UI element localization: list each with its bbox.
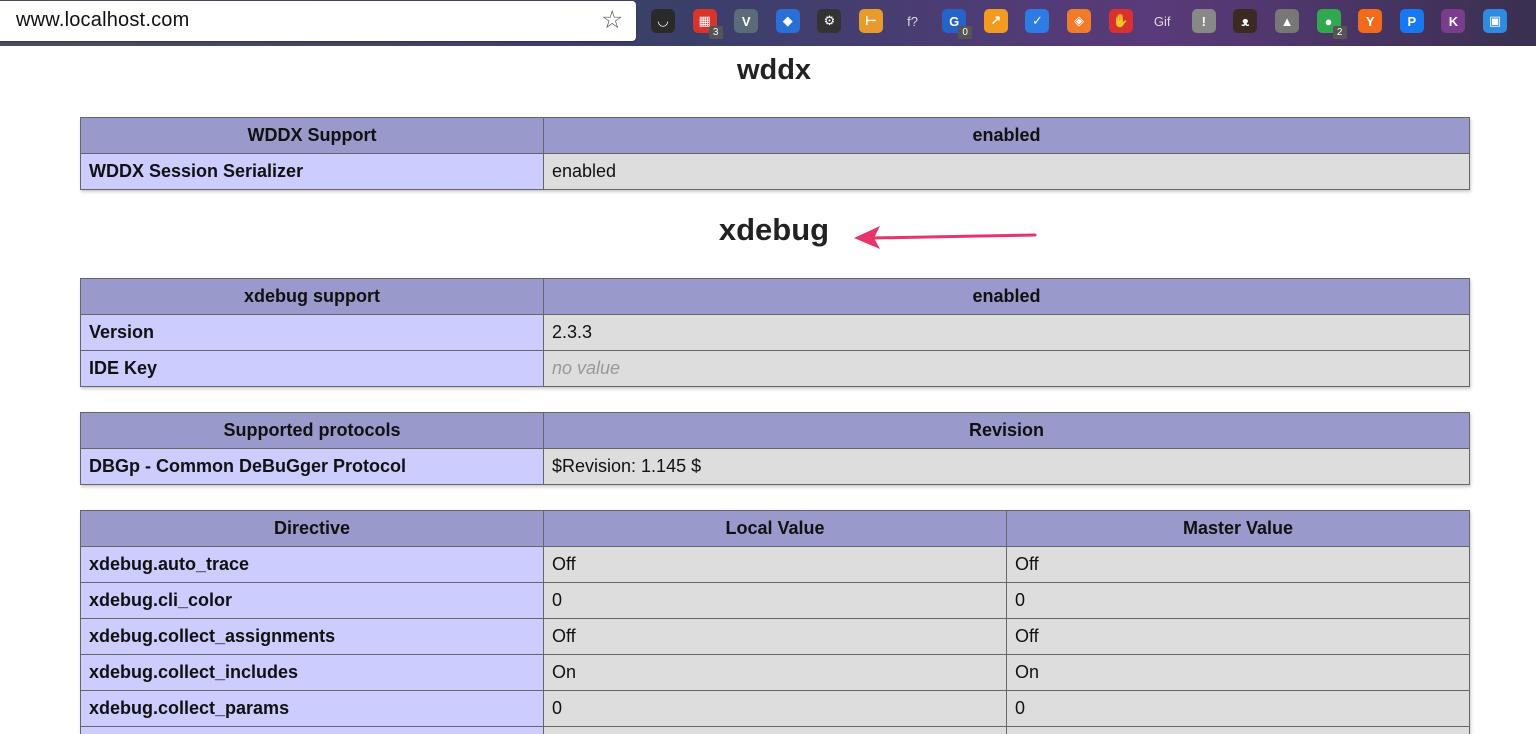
table-cell-value: $Revision: 1.145 $ bbox=[543, 448, 1470, 485]
extension-badge: 0 bbox=[958, 26, 973, 39]
table-cell-master-value: 0 bbox=[1006, 582, 1470, 619]
pin-icon[interactable]: ⊢ bbox=[859, 9, 883, 33]
table-row: Version 2.3.3 bbox=[80, 314, 1470, 351]
table-header: Local Value bbox=[543, 510, 1007, 547]
calendar-icon[interactable]: ▦ 3 bbox=[692, 9, 723, 39]
table-cell-local-value: Off bbox=[543, 546, 1007, 583]
annotation-arrow-icon bbox=[854, 226, 1037, 249]
table-row: xdebug.cli_color 0 0 bbox=[80, 582, 1470, 619]
table-cell-master-value: Off bbox=[1006, 546, 1470, 583]
extension-badge: 2 bbox=[1332, 26, 1347, 39]
table-cell-name: IDE Key bbox=[80, 350, 544, 387]
table-row bbox=[80, 726, 1470, 734]
chart-icon[interactable]: ↗ bbox=[983, 9, 1008, 33]
vectr-icon[interactable]: V bbox=[734, 9, 759, 33]
table-row: xdebug.auto_trace Off Off bbox=[80, 546, 1470, 583]
table-header-row: Directive Local Value Master Value bbox=[80, 510, 1470, 547]
table-cell-master-value: 0 bbox=[1006, 690, 1470, 727]
table-row: IDE Key no value bbox=[80, 350, 1470, 387]
diamond-icon[interactable]: ◆ bbox=[775, 9, 800, 33]
table-header: Master Value bbox=[1006, 510, 1470, 547]
table-header-row: Supported protocols Revision bbox=[80, 412, 1470, 449]
table-row: xdebug.collect_params 0 0 bbox=[80, 690, 1470, 727]
directives-table: Directive Local Value Master Value xdebu… bbox=[80, 510, 1470, 734]
table-header: Revision bbox=[543, 412, 1470, 449]
table-cell-directive: xdebug.collect_assignments bbox=[80, 618, 544, 655]
table-row: WDDX Session Serializer enabled bbox=[80, 153, 1470, 190]
pocket-icon[interactable]: ◡ bbox=[651, 9, 675, 33]
table-cell-directive: xdebug.collect_params bbox=[80, 690, 544, 727]
section-title-wddx: wddx bbox=[736, 54, 812, 86]
function-icon[interactable]: f? bbox=[901, 9, 925, 33]
table-cell-value: no value bbox=[543, 350, 1470, 387]
table-header: enabled bbox=[543, 117, 1470, 154]
section-title-xdebug: xdebug bbox=[718, 212, 830, 247]
table-header: enabled bbox=[543, 278, 1470, 315]
circle-icon[interactable]: ! bbox=[1191, 9, 1216, 33]
k-icon[interactable]: K bbox=[1441, 9, 1466, 33]
p-icon[interactable]: P bbox=[1399, 9, 1424, 33]
table-row: xdebug.collect_assignments Off Off bbox=[80, 618, 1470, 655]
url-text[interactable]: www.localhost.com bbox=[16, 9, 189, 32]
directive-rows: xdebug.auto_trace Off Off xdebug.cli_color 0… bbox=[80, 546, 1470, 734]
cat-icon[interactable]: ᴥ bbox=[1233, 9, 1258, 33]
sync-icon[interactable]: G0 bbox=[942, 9, 973, 39]
chat-icon[interactable]: ● 2 bbox=[1316, 9, 1347, 39]
table-cell-directive: xdebug.cli_color bbox=[80, 582, 544, 619]
checkbox-icon[interactable]: ✓ bbox=[1025, 9, 1050, 33]
y-icon[interactable]: Y bbox=[1358, 9, 1383, 33]
table-cell-name: DBGp - Common DeBuGger Protocol bbox=[80, 448, 544, 485]
table-cell-directive bbox=[80, 726, 544, 734]
table-header-row: WDDX Support enabled bbox=[80, 117, 1470, 154]
table-header-row: xdebug support enabled bbox=[80, 278, 1470, 315]
xdebug-support-table: xdebug support enabled Version 2.3.3 IDE… bbox=[80, 278, 1470, 387]
table-row: DBGp - Common DeBuGger Protocol $Revisio… bbox=[80, 448, 1470, 485]
wddx-table: WDDX Support enabled WDDX Session Serial… bbox=[80, 117, 1470, 190]
table-cell-directive: xdebug.auto_trace bbox=[80, 546, 544, 583]
gif-icon[interactable]: Gif bbox=[1150, 9, 1174, 33]
table-cell-name: WDDX Session Serializer bbox=[80, 153, 544, 190]
drive-icon[interactable]: ▲ bbox=[1275, 9, 1299, 33]
table-cell-master-value: Off bbox=[1006, 618, 1470, 655]
table-cell-local-value: 0 bbox=[543, 690, 1007, 727]
hand-icon[interactable]: ✋ bbox=[1108, 9, 1133, 33]
table-cell-local-value: On bbox=[543, 654, 1007, 691]
table-cell-local-value: 0 bbox=[543, 582, 1007, 619]
table-cell-local-value bbox=[543, 726, 1007, 734]
address-bar[interactable]: www.localhost.com ☆ bbox=[0, 1, 636, 41]
table-cell-directive: xdebug.collect_includes bbox=[80, 654, 544, 691]
table-header: Directive bbox=[80, 510, 544, 547]
bookmark-star-icon[interactable]: ☆ bbox=[601, 5, 623, 35]
table-header: xdebug support bbox=[80, 278, 544, 315]
table-cell-master-value: On bbox=[1006, 654, 1470, 691]
browser-toolbar: www.localhost.com ☆ ◡ ▦ 3 V ◆ ⚙ ⊢ f? G 0 ↗ ✓ ◈ ✋ Gif! ᴥ… bbox=[0, 0, 1536, 46]
table-cell-value: 2.3.3 bbox=[543, 314, 1470, 351]
bookmark-icon[interactable]: ▣ bbox=[1483, 9, 1507, 33]
gear-icon[interactable]: ⚙ bbox=[817, 9, 842, 33]
table-row: xdebug.collect_includes On On bbox=[80, 654, 1470, 691]
table-cell-master-value bbox=[1006, 726, 1470, 734]
table-cell-local-value: Off bbox=[543, 618, 1007, 655]
table-header: WDDX Support bbox=[80, 117, 544, 154]
table-cell-value: enabled bbox=[543, 153, 1470, 190]
extension-badge: 3 bbox=[708, 26, 723, 39]
table-cell-name: Version bbox=[80, 314, 544, 351]
table-header: Supported protocols bbox=[80, 412, 544, 449]
layers-icon[interactable]: ◈ bbox=[1067, 9, 1091, 33]
protocols-table: Supported protocols Revision DBGp - Comm… bbox=[80, 412, 1470, 485]
no-value-text: no value bbox=[552, 358, 621, 378]
